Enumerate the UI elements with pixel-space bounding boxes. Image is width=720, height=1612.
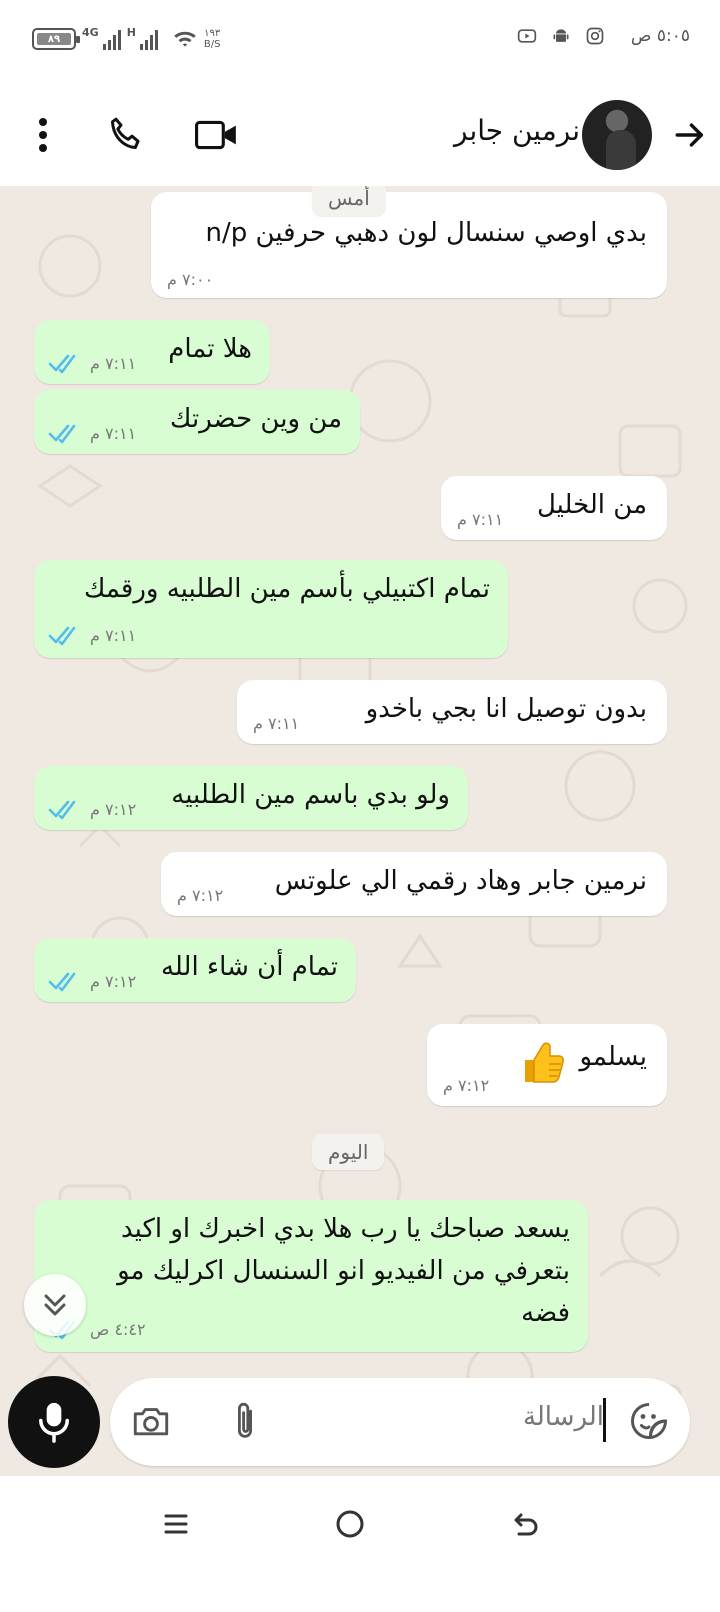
message-text: تمام اكتبيلي بأسم مين الطلبيه ورقمك <box>83 574 490 604</box>
message-time: ٧:٠٠ م <box>167 270 214 289</box>
more-vert-icon[interactable] <box>18 110 68 160</box>
double-chevron-down-icon <box>44 1294 66 1316</box>
status-time: ٥:٠٥ ص <box>630 26 690 46</box>
message-text: من وين حضرتك <box>170 404 342 434</box>
android-icon <box>553 29 569 42</box>
instagram-icon <box>586 27 604 45</box>
status-right: ٥:٠٥ ص <box>517 26 690 46</box>
read-ticks-icon <box>48 626 76 646</box>
message-bubble-incoming[interactable]: نرمين جابر وهاد رقمي الي علوتس ٧:١٢ م <box>161 852 667 916</box>
message-bubble-outgoing[interactable]: تمام اكتبيلي بأسم مين الطلبيه ورقمك ٧:١١… <box>34 560 508 658</box>
message-text: نرمين جابر وهاد رقمي الي علوتس <box>274 866 647 896</box>
status-left: ٨٩ 4G H ١٩٣ B/S <box>32 26 220 52</box>
message-time: ٧:١١ م <box>90 354 137 373</box>
message-time: ٧:١٢ م <box>90 972 137 991</box>
sticker-icon[interactable] <box>626 1398 672 1444</box>
system-nav-bar <box>0 1476 720 1612</box>
read-ticks-icon <box>48 354 76 374</box>
chat-area[interactable]: بدي اوصي سنسال لون دهبي حرفين n/p ٧:٠٠ م… <box>0 186 720 1476</box>
message-composer[interactable] <box>110 1378 690 1466</box>
message-bubble-outgoing[interactable]: تمام أن شاء الله ٧:١٢ م <box>34 938 356 1002</box>
network-label-4g: 4G <box>82 26 99 39</box>
net-speed-unit: B/S <box>203 39 221 50</box>
wifi-icon <box>174 31 196 47</box>
message-time: ٧:١١ م <box>253 714 300 733</box>
thumbs-up-emoji-icon <box>525 1042 564 1083</box>
message-text: بدون توصيل انا بجي باخدو <box>365 694 647 724</box>
read-ticks-icon <box>48 800 76 820</box>
message-text: بدي اوصي سنسال لون دهبي حرفين n/p <box>205 218 647 248</box>
message-time: ٧:١٢ م <box>90 800 137 819</box>
message-text: هلا تمام <box>168 334 252 364</box>
message-time: ٤:٤٢ ص <box>90 1320 146 1339</box>
message-text-line-3: فضه <box>521 1298 570 1328</box>
message-time: ٧:١١ م <box>90 424 137 443</box>
signal-icon-2 <box>139 28 158 50</box>
date-chip-yesterday: أمس <box>312 186 386 216</box>
message-bubble-incoming[interactable]: يسلمو ٧:١٢ م <box>427 1024 667 1106</box>
back-nav-icon[interactable] <box>506 1504 546 1544</box>
message-time: ٧:١١ م <box>90 626 137 645</box>
phone-icon[interactable] <box>100 110 150 160</box>
message-text: يسلمو <box>579 1042 647 1072</box>
mic-icon <box>39 1402 69 1443</box>
message-bubble-outgoing[interactable]: ولو بدي باسم مين الطلبيه ٧:١٢ م <box>34 766 468 830</box>
youtube-icon <box>517 29 537 43</box>
back-arrow-icon[interactable] <box>670 110 710 160</box>
home-icon[interactable] <box>330 1504 370 1544</box>
scroll-to-bottom-button[interactable] <box>24 1274 86 1336</box>
message-text-line-1: يسعد صباحك يا رب هلا بدي اخبرك او اكيد <box>120 1214 570 1244</box>
message-time: ٧:١٢ م <box>443 1076 490 1095</box>
avatar[interactable] <box>582 100 652 170</box>
message-bubble-outgoing[interactable]: من وين حضرتك ٧:١١ م <box>34 390 360 454</box>
message-text: ولو بدي باسم مين الطلبيه <box>171 780 450 810</box>
message-text-line-2: بتعرفي من الفيديو انو السنسال اكرليك مو <box>117 1256 570 1286</box>
recent-apps-icon[interactable] <box>156 1504 196 1544</box>
message-bubble-outgoing[interactable]: يسعد صباحك يا رب هلا بدي اخبرك او اكيد ب… <box>34 1200 588 1352</box>
message-bubble-incoming[interactable]: من الخليل ٧:١١ م <box>441 476 667 540</box>
message-time: ٧:١١ م <box>457 510 504 529</box>
video-call-icon[interactable] <box>192 110 242 160</box>
date-chip-today: اليوم <box>312 1134 385 1170</box>
status-bar: ٨٩ 4G H ١٩٣ B/S ٥:٠٥ ص <box>0 0 720 80</box>
message-input[interactable] <box>254 1402 604 1432</box>
battery-level: ٨٩ <box>47 33 61 45</box>
message-bubble-outgoing[interactable]: هلا تمام ٧:١١ م <box>34 320 270 384</box>
message-text: تمام أن شاء الله <box>160 952 338 982</box>
message-time: ٧:١٢ م <box>177 886 224 905</box>
camera-icon[interactable] <box>128 1398 174 1444</box>
network-label-h: H <box>126 26 136 39</box>
net-speed-value: ١٩٣ <box>204 28 221 39</box>
read-ticks-icon <box>48 972 76 992</box>
signal-icon <box>102 28 121 50</box>
battery-icon: ٨٩ <box>32 28 80 50</box>
net-speed: ١٩٣ B/S <box>204 28 221 50</box>
chat-header: نرمين جابر <box>0 80 720 186</box>
contact-name[interactable]: نرمين جابر <box>454 114 580 147</box>
message-text: من الخليل <box>536 490 647 520</box>
message-bubble-incoming[interactable]: بدون توصيل انا بجي باخدو ٧:١١ م <box>237 680 667 744</box>
read-ticks-icon <box>48 424 76 444</box>
message-bubble-incoming[interactable]: بدي اوصي سنسال لون دهبي حرفين n/p ٧:٠٠ م <box>151 192 667 298</box>
text-caret <box>603 1398 606 1442</box>
mic-button[interactable] <box>8 1376 100 1468</box>
